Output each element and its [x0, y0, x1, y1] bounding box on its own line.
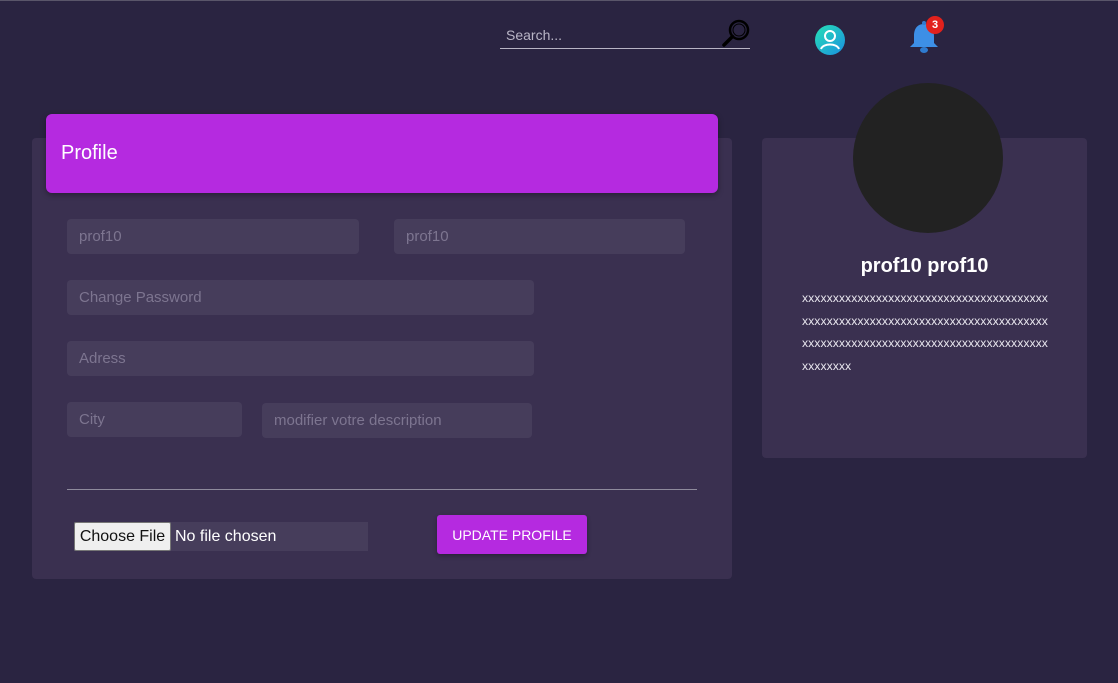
password-field[interactable]: [67, 280, 534, 315]
first-name-field[interactable]: [67, 219, 359, 254]
form-divider: [67, 489, 697, 490]
last-name-field[interactable]: [394, 219, 685, 254]
search-bar: [500, 23, 750, 49]
search-icon[interactable]: [720, 17, 752, 49]
file-status-text: No file chosen: [175, 528, 277, 545]
profile-name: prof10 prof10: [860, 255, 989, 277]
search-input[interactable]: [500, 23, 710, 47]
update-profile-button[interactable]: UPDATE PROFILE: [437, 515, 587, 554]
user-avatar-icon[interactable]: [814, 24, 846, 56]
card-title: Profile: [61, 142, 118, 164]
city-field[interactable]: [67, 402, 242, 437]
notification-badge: 3: [926, 16, 944, 34]
profile-photo: [853, 83, 1003, 233]
profile-card-header: Profile: [46, 114, 718, 193]
address-field[interactable]: [67, 341, 534, 376]
choose-file-button[interactable]: Choose File: [74, 522, 171, 551]
file-upload: Choose File No file chosen: [74, 522, 368, 551]
profile-description: xxxxxxxxxxxxxxxxxxxxxxxxxxxxxxxxxxxxxxxx…: [802, 291, 1048, 373]
top-navigation-bar: 3: [0, 1, 1118, 71]
description-field[interactable]: [262, 403, 532, 438]
